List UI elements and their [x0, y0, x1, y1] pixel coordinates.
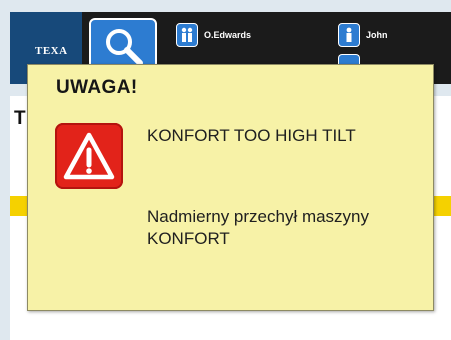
- user-name: John: [366, 30, 388, 40]
- user-icon: [176, 23, 198, 47]
- error-code-text: KONFORT TOO HIGH TILT: [147, 126, 356, 145]
- dialog-title: UWAGA!: [56, 77, 138, 98]
- user-name: O.Edwards: [204, 30, 252, 40]
- user-chip-o-edwards[interactable]: O.Edwards: [176, 22, 251, 48]
- logo-text: TEXA: [35, 45, 68, 57]
- warning-icon: [55, 123, 123, 189]
- error-description: Nadmierny przechył maszyny KONFORT: [147, 207, 370, 248]
- user-chip-john[interactable]: John: [338, 22, 388, 48]
- user-icon: [338, 23, 360, 47]
- warning-dialog: UWAGA! KONFORT TOO HIGH TILT Nadmierny p…: [27, 64, 434, 311]
- content-title: T: [14, 108, 26, 129]
